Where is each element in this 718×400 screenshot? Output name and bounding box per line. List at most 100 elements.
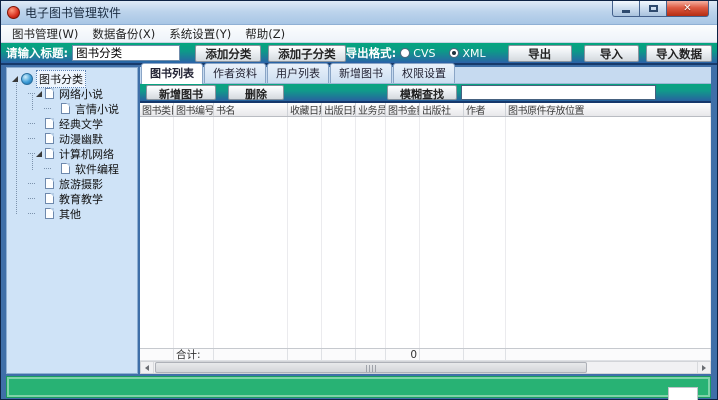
footer-white-box	[668, 387, 698, 400]
table-body-column	[322, 117, 356, 348]
menu-item[interactable]: 图书管理(W)	[5, 25, 85, 43]
expand-arrow-icon[interactable]	[12, 76, 18, 82]
horizontal-scrollbar[interactable]	[140, 361, 711, 374]
tree-item[interactable]: 言情小说	[10, 101, 137, 116]
tab-bar: 图书列表作者资料用户列表新增图书权限设置	[140, 67, 711, 84]
tree-item-label: 计算机网络	[57, 146, 116, 162]
tree-item[interactable]: 网络小说	[10, 86, 137, 101]
close-icon: ✕	[683, 4, 691, 14]
title-input-label: 请输入标题:	[6, 45, 68, 61]
radio-label: CVS	[413, 47, 435, 60]
arrow-right-icon	[702, 365, 706, 371]
add-subcategory-button[interactable]: 添加子分类	[268, 45, 346, 62]
add-book-button[interactable]: 新增图书	[146, 85, 216, 100]
main-area: 图书分类网络小说言情小说经典文学动漫幽默计算机网络软件编程旅游摄影教育教学其他 …	[6, 67, 711, 374]
radio-xml[interactable]	[449, 48, 459, 58]
expand-arrow-icon[interactable]	[36, 151, 42, 157]
tree-item[interactable]: 教育教学	[10, 191, 137, 206]
tree-item[interactable]: 图书分类	[10, 71, 137, 86]
expand-arrow-icon[interactable]	[36, 91, 42, 97]
tree-stub-icon	[28, 93, 35, 94]
tree-item-label: 旅游摄影	[57, 176, 105, 192]
column-header[interactable]: 出版日期	[322, 103, 356, 116]
column-header[interactable]: 图书类目	[140, 103, 174, 116]
page-icon	[45, 88, 54, 99]
app-icon	[7, 6, 20, 19]
tree-item[interactable]: 其他	[10, 206, 137, 221]
tree-stub-icon	[28, 198, 35, 199]
tree-stub-icon	[28, 213, 35, 214]
page-icon	[45, 133, 54, 144]
page-icon	[45, 148, 54, 159]
column-header[interactable]: 图书金额	[386, 103, 420, 116]
table-total-row: 合计:0	[140, 348, 711, 361]
column-header[interactable]: 业务员	[356, 103, 386, 116]
category-tree: 图书分类网络小说言情小说经典文学动漫幽默计算机网络软件编程旅游摄影教育教学其他	[6, 67, 138, 374]
table-body-column	[288, 117, 322, 348]
tree-item[interactable]: 动漫幽默	[10, 131, 137, 146]
total-cell	[464, 349, 506, 361]
radio-cvs[interactable]	[400, 48, 410, 58]
scrollbar-thumb[interactable]	[155, 362, 587, 373]
tree-item-label: 动漫幽默	[57, 131, 105, 147]
scroll-left-button[interactable]	[141, 362, 154, 373]
page-icon	[45, 208, 54, 219]
tree-stub-icon	[44, 168, 51, 169]
menu-item[interactable]: 系统设置(Y)	[162, 25, 238, 43]
maximize-icon	[649, 5, 658, 12]
tree-item[interactable]: 经典文学	[10, 116, 137, 131]
fuzzy-search-button[interactable]: 模糊查找	[387, 85, 457, 100]
menu-item[interactable]: 数据备份(X)	[85, 25, 162, 43]
export-button[interactable]: 导出	[508, 45, 572, 62]
tree-stub-icon	[28, 138, 35, 139]
tab-图书列表[interactable]: 图书列表	[141, 63, 203, 84]
tab-新增图书[interactable]: 新增图书	[330, 63, 392, 83]
column-header[interactable]: 图书原件存放位置	[506, 103, 711, 116]
tree-item[interactable]: 软件编程	[10, 161, 137, 176]
column-header[interactable]: 作者	[464, 103, 506, 116]
delete-button[interactable]: 删除	[228, 85, 284, 100]
table-body	[140, 117, 711, 348]
import-button[interactable]: 导入	[584, 45, 640, 62]
tree-item-label: 言情小说	[73, 101, 121, 117]
scroll-right-button[interactable]	[697, 362, 710, 373]
tree-stub-icon	[28, 123, 35, 124]
tab-用户列表[interactable]: 用户列表	[267, 63, 329, 83]
close-button[interactable]: ✕	[667, 1, 709, 17]
tab-权限设置[interactable]: 权限设置	[393, 63, 455, 83]
add-category-button[interactable]: 添加分类	[195, 45, 261, 62]
tree-item-label: 其他	[57, 206, 83, 222]
tree-stub-icon	[28, 153, 35, 154]
table-body-column	[356, 117, 386, 348]
total-cell	[420, 349, 464, 361]
table-body-column	[174, 117, 214, 348]
tab-作者资料[interactable]: 作者资料	[204, 63, 266, 83]
tree-item-label: 网络小说	[57, 86, 105, 102]
list-toolbar: 新增图书 删除 模糊查找	[140, 84, 711, 103]
title-input[interactable]	[72, 45, 180, 61]
export-format-radios: CVS XML	[400, 47, 499, 60]
page-icon	[61, 103, 70, 114]
window-title: 电子图书管理软件	[25, 4, 121, 21]
tree-item[interactable]: 旅游摄影	[10, 176, 137, 191]
maximize-button[interactable]	[640, 1, 667, 17]
total-cell	[140, 349, 174, 361]
import-data-button[interactable]: 导入数据	[646, 45, 712, 62]
table-body-column	[420, 117, 464, 348]
minimize-button[interactable]	[612, 1, 640, 17]
radio-label: XML	[462, 47, 485, 60]
fuzzy-search-input[interactable]	[461, 85, 656, 100]
page-icon	[45, 118, 54, 129]
tree-item[interactable]: 计算机网络	[10, 146, 137, 161]
title-bar: 电子图书管理软件 ✕	[1, 1, 717, 25]
column-header[interactable]: 出版社	[420, 103, 464, 116]
total-cell	[356, 349, 386, 361]
column-header[interactable]: 书名	[214, 103, 288, 116]
export-format-label: 导出格式:	[346, 45, 397, 61]
menu-item[interactable]: 帮助(Z)	[238, 25, 292, 43]
column-header[interactable]: 收藏日期	[288, 103, 322, 116]
menu-bar: 图书管理(W)数据备份(X)系统设置(Y)帮助(Z)	[1, 25, 717, 43]
page-icon	[45, 193, 54, 204]
total-cell: 合计:	[174, 349, 214, 361]
column-header[interactable]: 图书编号	[174, 103, 214, 116]
